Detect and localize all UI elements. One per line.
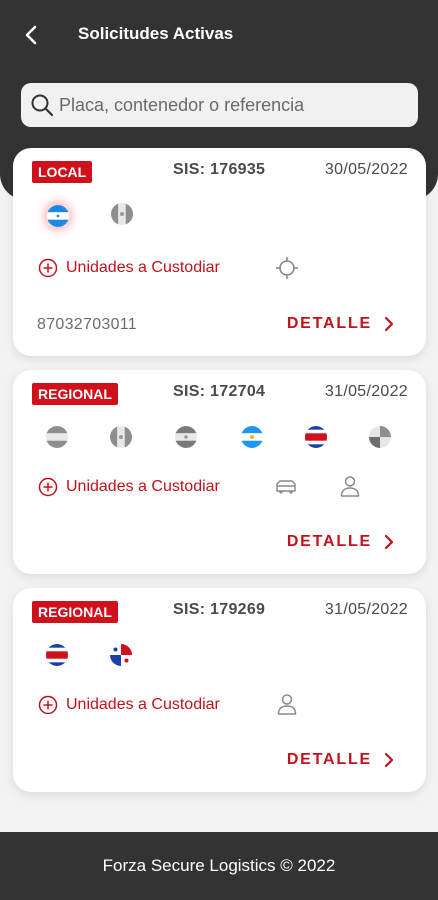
- custody-label: Unidades a Custodiar: [66, 259, 220, 276]
- flag-nicaragua-icon: [241, 426, 263, 448]
- sis-number: SIS: 172704: [173, 383, 266, 400]
- custody-label: Unidades a Custodiar: [66, 696, 220, 713]
- custody-label: Unidades a Custodiar: [66, 478, 220, 495]
- sis-number: SIS: 176935: [173, 161, 266, 178]
- add-circle-icon: [38, 695, 58, 715]
- flag-honduras-icon: [46, 426, 68, 448]
- type-badge: LOCAL: [32, 161, 93, 183]
- page-title: Solicitudes Activas: [78, 24, 234, 43]
- add-circle-icon: [38, 258, 58, 278]
- flag-costa-rica-icon: [305, 426, 327, 448]
- person-icon: [275, 692, 299, 716]
- custody-units-link[interactable]: Unidades a Custodiar: [38, 477, 220, 497]
- app-footer: Forza Secure Logistics © 2022: [0, 832, 438, 900]
- flag-mexico-icon: [110, 426, 132, 448]
- search-bar[interactable]: [21, 83, 418, 127]
- flag-panama-icon: [369, 426, 391, 448]
- truck-icon: [274, 475, 298, 499]
- chevron-right-icon: [384, 534, 394, 550]
- flag-costa-rica-icon: [46, 644, 68, 666]
- search-input[interactable]: [59, 94, 399, 116]
- crosshair-icon: [275, 256, 299, 280]
- request-card[interactable]: REGIONAL SIS: 172704 31/05/2022 Unidades…: [13, 370, 426, 574]
- chevron-right-icon: [384, 752, 394, 768]
- custody-units-link[interactable]: Unidades a Custodiar: [38, 258, 220, 278]
- person-icon: [338, 474, 362, 498]
- search-icon: [29, 92, 55, 118]
- request-card[interactable]: LOCAL SIS: 176935 30/05/2022 Unidades a …: [13, 148, 426, 356]
- detail-label: DETALLE: [286, 751, 372, 768]
- chevron-right-icon: [384, 316, 394, 332]
- back-button[interactable]: [18, 22, 44, 48]
- request-card[interactable]: REGIONAL SIS: 179269 31/05/2022 Unidades…: [13, 588, 426, 792]
- flag-mexico-icon: [111, 203, 133, 225]
- detail-button[interactable]: DETALLE: [287, 751, 394, 769]
- add-circle-icon: [38, 477, 58, 497]
- request-date: 31/05/2022: [324, 383, 408, 400]
- flag-honduras-icon: [47, 205, 69, 227]
- detail-label: DETALLE: [286, 533, 372, 550]
- detail-button[interactable]: DETALLE: [287, 533, 394, 551]
- reference-number: 87032703011: [37, 316, 137, 333]
- request-date: 31/05/2022: [324, 601, 408, 618]
- custody-units-link[interactable]: Unidades a Custodiar: [38, 695, 220, 715]
- sis-number: SIS: 179269: [173, 601, 266, 618]
- flag-panama-icon: [110, 644, 132, 666]
- detail-button[interactable]: DETALLE: [287, 315, 394, 333]
- type-badge: REGIONAL: [32, 383, 118, 405]
- chevron-left-icon: [25, 25, 37, 45]
- flag-el-salvador-icon: [175, 426, 197, 448]
- request-date: 30/05/2022: [324, 161, 408, 178]
- detail-label: DETALLE: [286, 315, 372, 332]
- type-badge: REGIONAL: [32, 601, 118, 623]
